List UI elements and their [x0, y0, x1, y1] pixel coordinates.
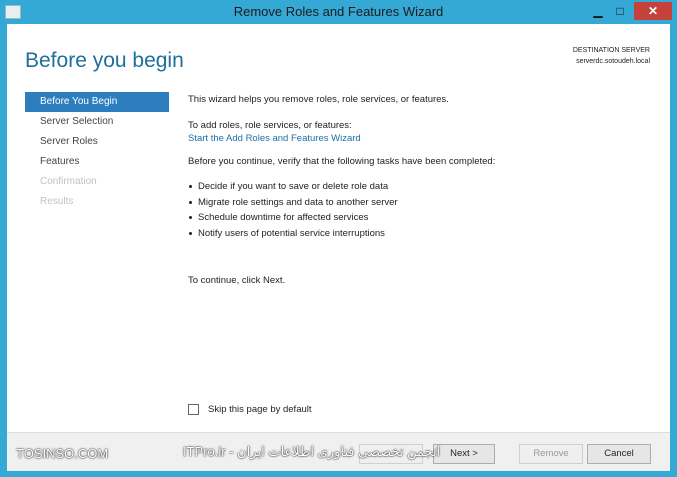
nav-item-confirmation: Confirmation	[40, 176, 97, 187]
bullet-icon	[189, 231, 192, 235]
destination-server-label: DESTINATION SERVER	[572, 47, 650, 54]
nav-item-server-roles[interactable]: Server Roles	[25, 132, 169, 152]
bullet-icon	[189, 200, 192, 204]
title-bar[interactable]: Remove Roles and Features Wizard ▁ □ ✕	[0, 0, 677, 24]
task-list: Decide if you want to save or delete rol…	[188, 179, 398, 241]
destination-server-name: serverdc.sotoudeh.local	[576, 58, 650, 65]
nav-item-features[interactable]: Features	[25, 152, 169, 172]
nav-item-before-you-begin[interactable]: Before You Begin	[25, 92, 169, 112]
bullet-icon	[189, 216, 192, 220]
add-roles-label: To add roles, role services, or features…	[188, 120, 352, 131]
skip-page-checkbox[interactable]	[188, 404, 199, 415]
bullet-icon	[189, 185, 192, 189]
add-roles-wizard-link[interactable]: Start the Add Roles and Features Wizard	[188, 133, 361, 144]
maximize-button[interactable]: □	[609, 2, 631, 20]
skip-page-option[interactable]: Skip this page by default	[188, 404, 312, 415]
cancel-button[interactable]: Cancel	[587, 444, 651, 464]
task-text: Migrate role settings and data to anothe…	[198, 196, 398, 208]
wizard-nav: Before You Begin Server Selection Server…	[25, 92, 169, 212]
wizard-window: Remove Roles and Features Wizard ▁ □ ✕ B…	[0, 0, 677, 477]
next-button[interactable]: Next >	[433, 444, 495, 464]
wizard-body: Before you begin DESTINATION SERVER serv…	[7, 24, 670, 471]
task-text: Decide if you want to save or delete rol…	[198, 181, 389, 193]
watermark-right: انجمن تخصصی فناوری اطلاعات ایران - ITPro…	[183, 444, 441, 459]
list-item: Migrate role settings and data to anothe…	[188, 195, 398, 211]
task-text: Schedule downtime for affected services	[198, 212, 369, 224]
verify-text: Before you continue, verify that the fol…	[188, 156, 496, 167]
remove-button: Remove	[519, 444, 583, 464]
task-text: Notify users of potential service interr…	[198, 227, 385, 239]
page-title: Before you begin	[25, 49, 184, 72]
watermark-left: TOSINSO.COM	[16, 446, 109, 461]
skip-page-label: Skip this page by default	[208, 404, 312, 415]
nav-item-server-selection[interactable]: Server Selection	[25, 112, 169, 132]
minimize-button[interactable]: ▁	[587, 2, 609, 20]
list-item: Notify users of potential service interr…	[188, 226, 398, 242]
continue-text: To continue, click Next.	[188, 275, 286, 286]
window-title: Remove Roles and Features Wizard	[233, 4, 444, 19]
list-item: Decide if you want to save or delete rol…	[188, 179, 398, 195]
nav-item-results: Results	[40, 196, 74, 207]
intro-text: This wizard helps you remove roles, role…	[188, 94, 449, 105]
list-item: Schedule downtime for affected services	[188, 210, 398, 226]
close-button[interactable]: ✕	[634, 2, 672, 20]
